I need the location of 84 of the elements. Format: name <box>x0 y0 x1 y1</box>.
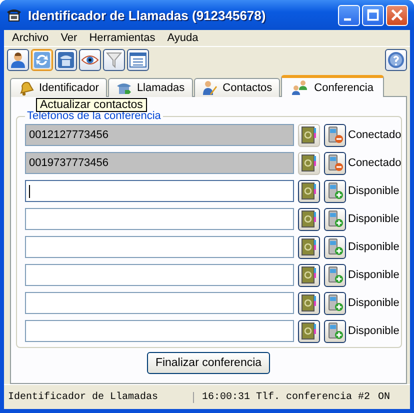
address-book-button[interactable] <box>298 180 320 202</box>
close-icon <box>391 9 403 21</box>
close-button[interactable] <box>386 4 408 26</box>
phone-field[interactable] <box>25 264 294 286</box>
call-button[interactable] <box>324 180 346 202</box>
tooltip: Actualizar contactos <box>36 98 147 112</box>
connection-status: Disponible <box>348 297 400 309</box>
address-book-icon <box>301 210 317 228</box>
filter-icon <box>105 51 123 69</box>
tab[interactable]: Identificador <box>10 78 107 97</box>
help-icon <box>387 51 405 69</box>
minimize-button[interactable] <box>338 4 360 26</box>
mobile-phone-icon <box>327 238 343 256</box>
list-button[interactable] <box>127 49 149 71</box>
maximize-button[interactable] <box>362 4 384 26</box>
call-button[interactable] <box>324 320 346 342</box>
end-conference-button[interactable]: Finalizar conferencia <box>147 352 270 374</box>
people-icon <box>291 80 310 96</box>
status-text: 16:00:31 Tlf. conferencia #2 <box>200 392 371 402</box>
tab[interactable]: Llamadas <box>108 78 193 97</box>
phone-field[interactable]: 0012127773456 <box>25 124 294 146</box>
address-book-icon <box>301 126 317 144</box>
mobile-phone-icon <box>327 266 343 284</box>
call-button[interactable] <box>324 208 346 230</box>
call-button[interactable] <box>324 152 346 174</box>
address-book-button[interactable] <box>298 292 320 314</box>
mobile-phone-icon <box>327 294 343 312</box>
person-pencil-icon <box>202 80 218 96</box>
address-book-icon <box>301 182 317 200</box>
menu-item[interactable]: Herramientas <box>83 31 162 45</box>
connection-status: Disponible <box>348 325 400 337</box>
address-book-icon <box>301 322 317 340</box>
maximize-icon <box>367 9 379 21</box>
phone-field[interactable] <box>25 320 294 342</box>
connection-status: Disponible <box>348 185 400 197</box>
connection-status: Disponible <box>348 269 400 281</box>
address-book-icon <box>301 266 317 284</box>
address-book-icon <box>301 154 317 172</box>
mobile-phone-icon <box>327 210 343 228</box>
connection-status: Conectado <box>348 157 402 169</box>
call-button[interactable] <box>324 236 346 258</box>
phone-field[interactable] <box>25 236 294 258</box>
menu-item[interactable]: Ayuda <box>161 31 204 45</box>
address-book-button[interactable] <box>298 320 320 342</box>
window-title: Identificador de Llamadas (912345678) <box>28 8 267 22</box>
filter-button[interactable] <box>103 49 125 71</box>
telephone-icon <box>6 7 22 23</box>
phone-field[interactable] <box>25 180 294 202</box>
group-title: Teléfonos de la conferencia <box>26 110 162 122</box>
phone-button[interactable] <box>55 49 77 71</box>
mobile-phone-icon <box>327 126 343 144</box>
bell-icon <box>18 80 34 96</box>
call-button[interactable] <box>324 124 346 146</box>
call-button[interactable] <box>324 264 346 286</box>
tab[interactable]: Contactos <box>194 78 280 97</box>
connection-status: Disponible <box>348 241 400 253</box>
text-cursor <box>29 184 30 198</box>
connection-status: Conectado <box>348 129 402 141</box>
address-book-button[interactable] <box>298 264 320 286</box>
call-button[interactable] <box>324 292 346 314</box>
address-book-icon <box>301 294 317 312</box>
refresh-icon <box>33 51 51 69</box>
list-icon <box>129 51 147 69</box>
minimize-icon <box>344 18 351 20</box>
address-book-button[interactable] <box>298 236 320 258</box>
tab[interactable]: Conferencia <box>281 75 384 97</box>
telephone-icon <box>57 51 75 69</box>
mobile-phone-icon <box>327 154 343 172</box>
person-icon <box>9 51 27 69</box>
status-text: Identificador de Llamadas <box>4 392 194 402</box>
person-button[interactable] <box>7 49 29 71</box>
connection-status: Disponible <box>348 213 400 225</box>
phone-field[interactable] <box>25 292 294 314</box>
menu-item[interactable]: Ver <box>54 31 84 45</box>
status-state: ON <box>376 392 391 402</box>
mobile-phone-icon <box>327 182 343 200</box>
eye-button[interactable] <box>79 49 101 71</box>
menu-item[interactable]: Archivo <box>6 31 55 45</box>
phone-field[interactable] <box>25 208 294 230</box>
address-book-button[interactable] <box>298 208 320 230</box>
help-button[interactable] <box>385 49 407 71</box>
phone-field[interactable]: 0019737773456 <box>25 152 294 174</box>
mobile-phone-icon <box>327 322 343 340</box>
address-book-icon <box>301 238 317 256</box>
